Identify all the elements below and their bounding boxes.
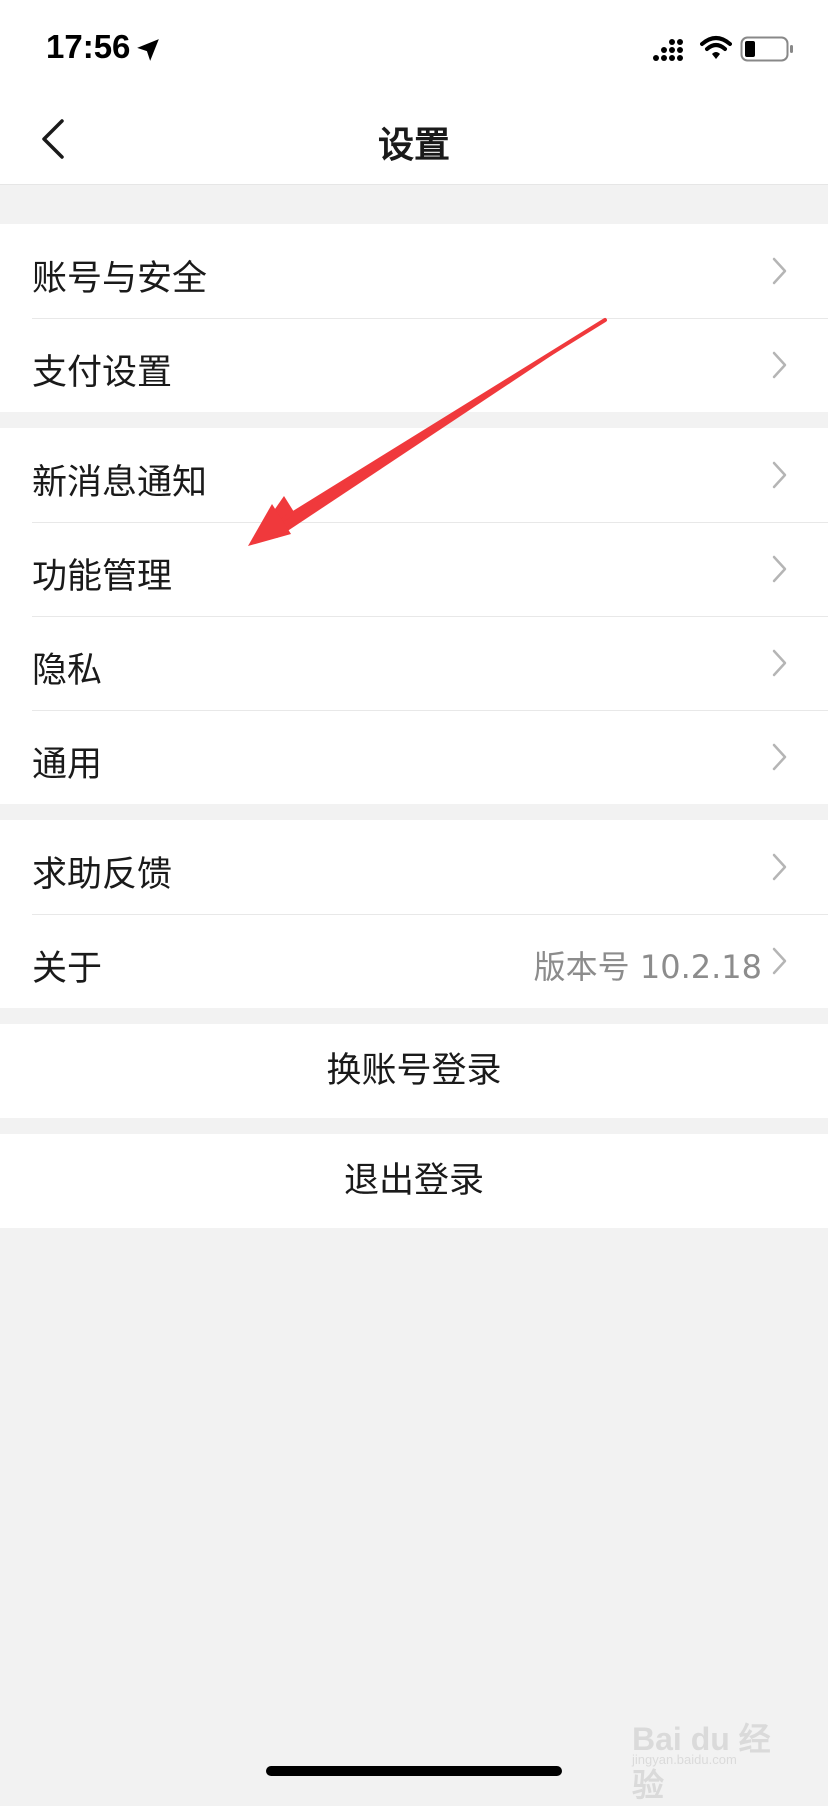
chevron-right-icon	[772, 461, 787, 489]
settings-item-label: 通用	[32, 745, 103, 785]
settings-item-features[interactable]: 功能管理	[0, 522, 828, 616]
battery-icon	[740, 36, 793, 62]
location-arrow-icon	[137, 39, 159, 61]
wifi-icon	[700, 36, 732, 59]
settings-item-label: 支付设置	[32, 353, 173, 393]
status-bar: 17:56	[0, 0, 828, 92]
baidu-jingyan-watermark: Bai du 经验 jingyan.baidu.com	[632, 1708, 792, 1803]
switch-account-button[interactable]: 换账号登录	[0, 1024, 828, 1118]
nav-bar: 设置	[0, 92, 828, 185]
settings-item-payment[interactable]: 支付设置	[0, 318, 828, 412]
chevron-right-icon	[772, 555, 787, 583]
settings-item-account-security[interactable]: 账号与安全	[0, 224, 828, 318]
chevron-right-icon	[772, 649, 787, 677]
chevron-right-icon	[772, 257, 787, 285]
settings-item-privacy[interactable]: 隐私	[0, 616, 828, 710]
settings-group-general: 新消息通知 功能管理 隐私 通用	[0, 428, 828, 804]
chevron-right-icon	[772, 743, 787, 771]
settings-item-about[interactable]: 关于 版本号 10.2.18	[0, 914, 828, 1008]
status-time: 17:56	[46, 28, 131, 65]
watermark-url: jingyan.baidu.com	[632, 1752, 737, 1767]
chevron-right-icon	[772, 351, 787, 379]
chevron-right-icon	[772, 947, 787, 975]
chevron-right-icon	[772, 853, 787, 881]
settings-item-label: 新消息通知	[32, 463, 208, 503]
page-title: 设置	[377, 125, 450, 166]
settings-group-account: 账号与安全 支付设置	[0, 224, 828, 412]
settings-item-label: 关于	[32, 949, 103, 989]
settings-item-label: 账号与安全	[32, 259, 208, 299]
settings-item-general[interactable]: 通用	[0, 710, 828, 804]
settings-item-label: 求助反馈	[32, 855, 173, 895]
logout-button[interactable]: 退出登录	[0, 1134, 828, 1228]
settings-item-notifications[interactable]: 新消息通知	[0, 428, 828, 522]
signal-icon	[653, 39, 683, 61]
settings-item-label: 隐私	[32, 651, 103, 691]
version-value: 版本号 10.2.18	[533, 948, 762, 986]
settings-group-help: 求助反馈 关于 版本号 10.2.18	[0, 820, 828, 1008]
home-indicator	[266, 1766, 562, 1776]
settings-item-label: 功能管理	[32, 557, 173, 597]
settings-item-help-feedback[interactable]: 求助反馈	[0, 820, 828, 914]
